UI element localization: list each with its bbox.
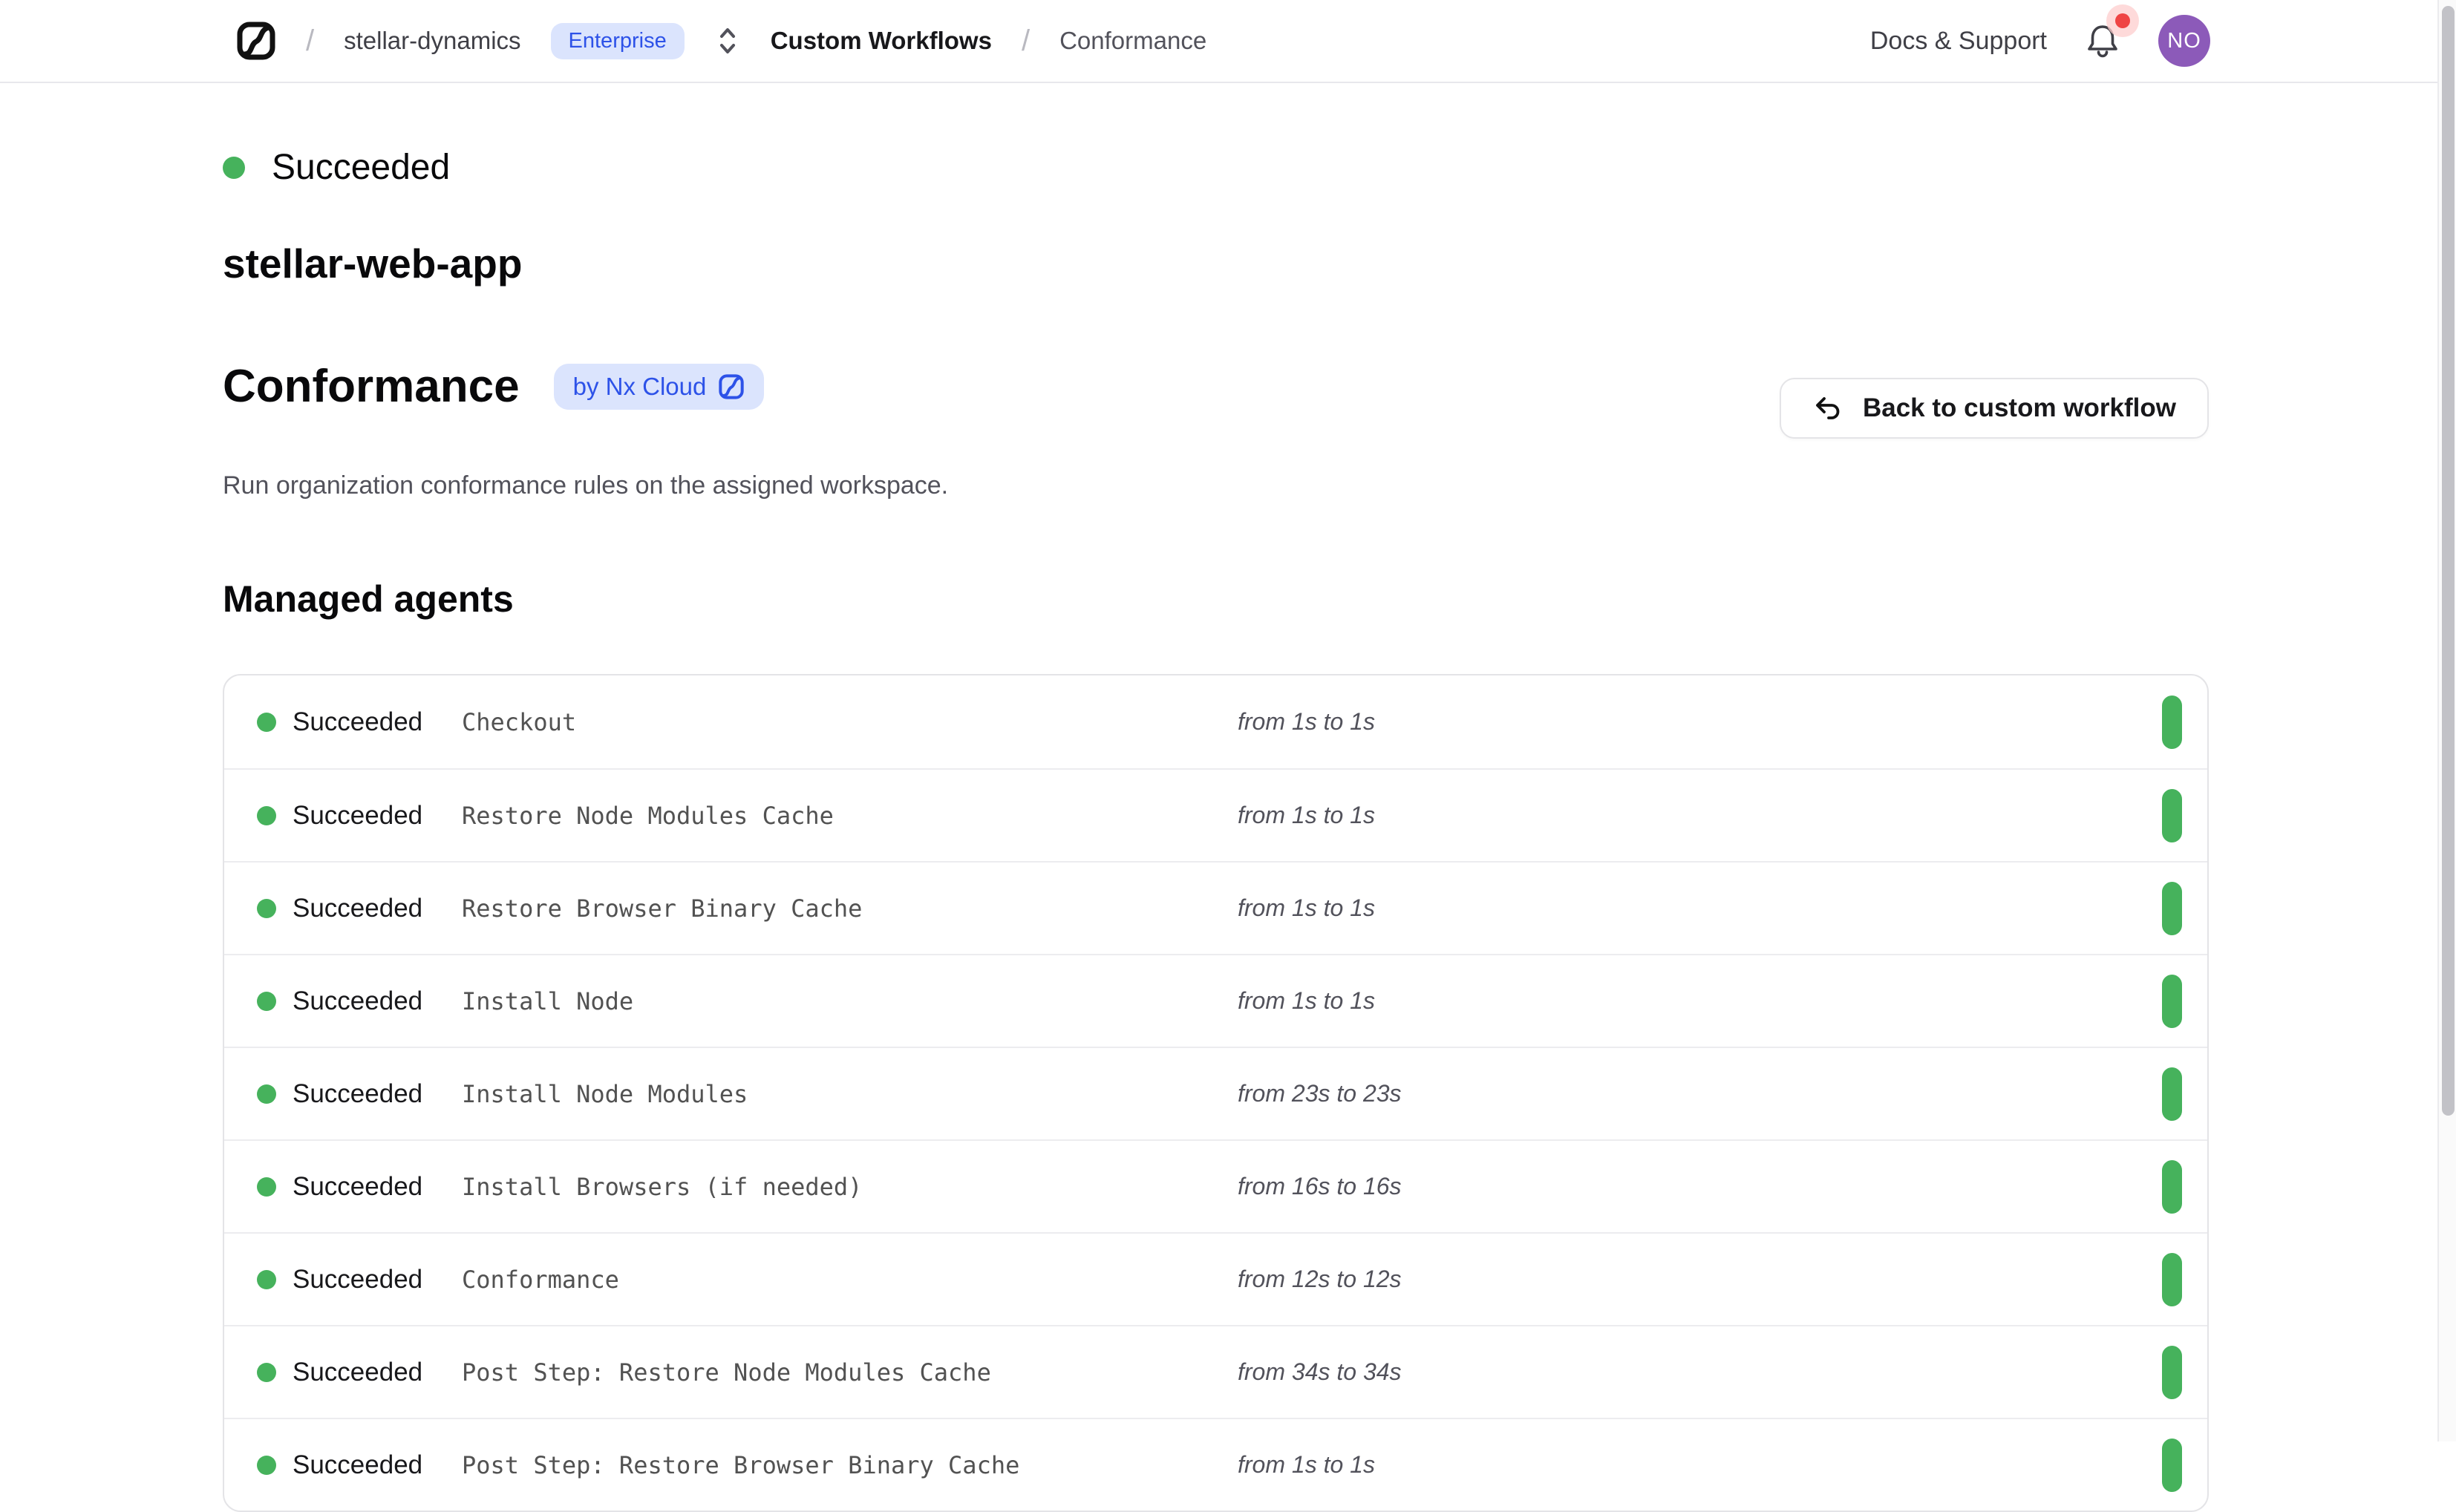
workflow-description: Run organization conformance rules on th… (223, 471, 2437, 500)
step-name: Install Node Modules (462, 1080, 1238, 1108)
scrollbar-track[interactable] (2437, 0, 2456, 1441)
agent-step-row[interactable]: Succeeded Install Node Modules from 23s … (224, 1047, 2207, 1139)
breadcrumb-section[interactable]: Custom Workflows (771, 27, 992, 55)
by-nx-cloud-label: by Nx Cloud (573, 373, 707, 401)
step-success-dot (257, 1456, 276, 1475)
step-status-label: Succeeded (293, 986, 462, 1016)
breadcrumb-separator: / (306, 24, 314, 58)
agent-step-row[interactable]: Succeeded Checkout from 1s to 1s (224, 675, 2207, 768)
step-timeline-bar[interactable] (2162, 1439, 2182, 1492)
step-duration: from 1s to 1s (1238, 708, 1375, 736)
step-duration: from 16s to 16s (1238, 1173, 1402, 1200)
breadcrumb: / stellar-dynamics Enterprise Custom Wor… (236, 21, 1206, 61)
managed-agents-list: Succeeded Checkout from 1s to 1s Succeed… (223, 674, 2209, 1512)
step-success-dot (257, 899, 276, 918)
workflow-header: Conformance by Nx Cloud Back to custom w… (223, 360, 2437, 439)
bell-icon (2086, 22, 2120, 59)
workspace-title: stellar-web-app (223, 240, 2437, 287)
step-duration: from 23s to 23s (1238, 1080, 1402, 1107)
plan-badge: Enterprise (551, 23, 685, 59)
by-nx-cloud-badge[interactable]: by Nx Cloud (554, 364, 765, 410)
scrollbar-thumb[interactable] (2442, 6, 2455, 1116)
step-timeline-bar[interactable] (2162, 789, 2182, 842)
main-content: Succeeded stellar-web-app Conformance by… (0, 147, 2437, 1512)
step-status-label: Succeeded (293, 1358, 462, 1387)
breadcrumb-separator: / (1022, 24, 1030, 58)
agent-step-row[interactable]: Succeeded Post Step: Restore Browser Bin… (224, 1418, 2207, 1511)
step-name: Install Browsers (if needed) (462, 1173, 1238, 1201)
step-success-dot (257, 1363, 276, 1382)
step-status-label: Succeeded (293, 1079, 462, 1109)
unread-indicator-dot (2115, 13, 2130, 28)
step-success-dot (257, 1084, 276, 1104)
back-button-label: Back to custom workflow (1863, 393, 2176, 423)
step-timeline-bar[interactable] (2162, 1346, 2182, 1399)
agent-step-row[interactable]: Succeeded Post Step: Restore Node Module… (224, 1325, 2207, 1418)
managed-agents-title: Managed agents (223, 577, 2437, 621)
step-duration: from 1s to 1s (1238, 802, 1375, 829)
workflow-title: Conformance (223, 360, 520, 413)
success-dot (223, 157, 245, 179)
nx-logo-icon (718, 373, 745, 400)
agent-step-row[interactable]: Succeeded Conformance from 12s to 12s (224, 1232, 2207, 1325)
agent-step-row[interactable]: Succeeded Install Browsers (if needed) f… (224, 1139, 2207, 1232)
step-name: Install Node (462, 987, 1238, 1015)
step-success-dot (257, 713, 276, 732)
step-duration: from 1s to 1s (1238, 1451, 1375, 1479)
step-name: Conformance (462, 1266, 1238, 1294)
step-timeline-bar[interactable] (2162, 1253, 2182, 1306)
breadcrumb-page: Conformance (1059, 27, 1206, 55)
step-name: Restore Browser Binary Cache (462, 894, 1238, 923)
step-status-label: Succeeded (293, 801, 462, 831)
step-success-dot (257, 806, 276, 825)
agent-step-row[interactable]: Succeeded Restore Browser Binary Cache f… (224, 861, 2207, 954)
step-timeline-bar[interactable] (2162, 1067, 2182, 1121)
step-name: Checkout (462, 708, 1238, 736)
chevron-up-down-icon[interactable] (716, 24, 739, 58)
step-timeline-bar[interactable] (2162, 1160, 2182, 1214)
step-success-dot (257, 1270, 276, 1289)
step-status-label: Succeeded (293, 1265, 462, 1295)
step-name: Post Step: Restore Browser Binary Cache (462, 1451, 1238, 1479)
agent-step-row[interactable]: Succeeded Install Node from 1s to 1s (224, 954, 2207, 1047)
step-status-label: Succeeded (293, 1172, 462, 1202)
step-success-dot (257, 992, 276, 1011)
step-duration: from 1s to 1s (1238, 987, 1375, 1015)
step-duration: from 1s to 1s (1238, 894, 1375, 922)
step-status-label: Succeeded (293, 894, 462, 923)
step-timeline-bar[interactable] (2162, 882, 2182, 935)
step-duration: from 34s to 34s (1238, 1358, 1402, 1386)
step-success-dot (257, 1177, 276, 1197)
agent-step-row[interactable]: Succeeded Restore Node Modules Cache fro… (224, 768, 2207, 861)
back-to-custom-workflow-button[interactable]: Back to custom workflow (1780, 378, 2209, 439)
page: / stellar-dynamics Enterprise Custom Wor… (0, 0, 2437, 1441)
step-status-label: Succeeded (293, 707, 462, 737)
step-duration: from 12s to 12s (1238, 1266, 1402, 1293)
run-status-label: Succeeded (272, 147, 450, 188)
run-status: Succeeded (223, 147, 2437, 188)
user-avatar[interactable]: NO (2158, 15, 2210, 67)
breadcrumb-org[interactable]: stellar-dynamics (344, 27, 520, 55)
top-navbar: / stellar-dynamics Enterprise Custom Wor… (0, 0, 2437, 83)
arrow-uturn-left-icon (1812, 393, 1843, 424)
step-name: Post Step: Restore Node Modules Cache (462, 1358, 1238, 1387)
step-timeline-bar[interactable] (2162, 975, 2182, 1028)
step-name: Restore Node Modules Cache (462, 802, 1238, 830)
notifications-button[interactable] (2086, 22, 2120, 59)
docs-support-link[interactable]: Docs & Support (1870, 27, 2047, 56)
nx-cloud-logo-icon[interactable] (236, 21, 276, 61)
navbar-actions: Docs & Support NO (1870, 15, 2210, 67)
step-status-label: Succeeded (293, 1450, 462, 1480)
step-timeline-bar[interactable] (2162, 696, 2182, 749)
